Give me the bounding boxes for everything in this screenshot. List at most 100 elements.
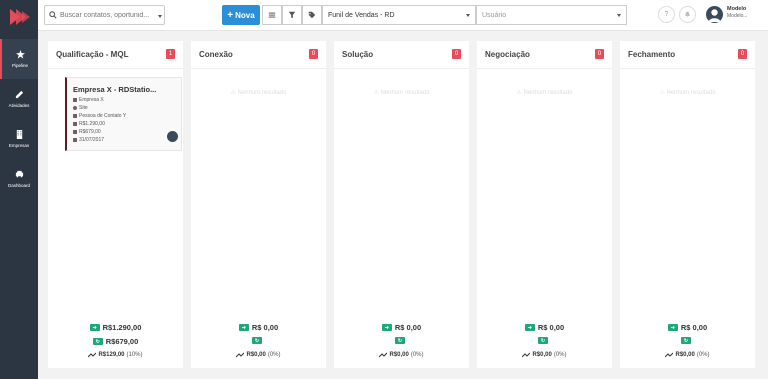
empty-state-text: Nenhum resultado — [523, 90, 573, 96]
deal-value-one-time: R$1.290,00 — [73, 121, 105, 127]
arrow-right-icon: ➜ — [381, 324, 392, 331]
total-one-time-value: R$ 0,00 — [251, 323, 279, 332]
deal-date: 31/07/2017 — [73, 137, 104, 143]
funnel-select-value: Funil de Vendas - RD — [328, 11, 395, 19]
total-one-time: ➜ R$ 0,00 — [191, 323, 326, 332]
sidebar-item-dashboard[interactable]: Dashboard — [0, 159, 38, 199]
forecast-value: R$0,00 — [246, 352, 266, 358]
list-icon — [268, 12, 276, 18]
user-name[interactable]: Modelo — [727, 6, 746, 12]
chart-line-icon — [379, 352, 388, 358]
forecast: R$129,00 (10%) — [48, 352, 183, 358]
deal-contact-text: Pessoa de Contato Y — [79, 113, 127, 119]
total-one-time-value: R$ 0,00 — [394, 323, 422, 332]
building-icon — [16, 130, 22, 139]
tag-icon — [308, 11, 316, 19]
person-icon — [73, 114, 77, 118]
total-one-time: ➜ R$ 0,00 — [477, 323, 612, 332]
total-one-time: ➜ R$ 0,00 — [334, 323, 469, 332]
user-select-placeholder: Usuário — [482, 11, 507, 19]
deal-company-text: Empresa X — [79, 97, 104, 103]
help-button[interactable]: ? — [658, 6, 675, 23]
sidebar-item-pipeline[interactable]: Pipeline — [0, 39, 38, 79]
divider — [191, 68, 326, 69]
list-view-button[interactable] — [262, 5, 282, 25]
sidebar-item-empresas[interactable]: Empresas — [0, 119, 38, 159]
column-count-badge: 0 — [309, 49, 318, 59]
star-icon — [15, 50, 25, 59]
notifications-button[interactable] — [679, 6, 696, 23]
sidebar-item-label: Empresas — [8, 143, 30, 148]
user-select[interactable]: Usuário — [476, 5, 627, 25]
column-title: Solução — [342, 50, 374, 59]
total-one-time-value: R$ 0,00 — [680, 323, 708, 332]
deal-source: Site — [73, 105, 88, 111]
filter-icon — [288, 11, 296, 19]
deal-company: Empresa X — [73, 97, 104, 103]
total-recurring: ↻ R$679,00 — [48, 337, 183, 346]
empty-state: ⚠ Nenhum resultado — [373, 90, 430, 96]
app-logo[interactable] — [8, 7, 32, 27]
pencil-icon — [15, 90, 23, 99]
total-recurring: ↻ — [477, 337, 612, 344]
arrow-right-icon: ➜ — [524, 324, 535, 331]
total-one-time: ➜ R$1.290,00 — [48, 323, 183, 332]
forecast: R$0,00 (0%) — [477, 352, 612, 358]
deal-value-one-time-text: R$1.290,00 — [79, 121, 105, 127]
help-icon: ? — [664, 11, 669, 18]
search-icon — [49, 11, 57, 19]
user-subtitle[interactable]: Modelo... — [727, 13, 748, 19]
chart-line-icon — [522, 352, 531, 358]
building-icon — [73, 98, 77, 102]
chevron-down-icon — [617, 14, 621, 17]
forecast: R$0,00 (0%) — [191, 352, 326, 358]
deal-date-text: 31/07/2017 — [79, 137, 105, 143]
forecast: R$0,00 (0%) — [620, 352, 755, 358]
refresh-icon: ↻ — [92, 338, 103, 345]
pipeline-column: Fechamento 0 ⚠ Nenhum resultado ➜ R$ 0,00… — [620, 41, 755, 368]
empty-state: ⚠ Nenhum resultado — [659, 90, 716, 96]
sidebar-item-atividades[interactable]: Atividades — [0, 79, 38, 119]
forecast-value: R$0,00 — [532, 352, 552, 358]
deal-title[interactable]: Empresa X - RDStatio... — [73, 85, 156, 94]
empty-state-text: Nenhum resultado — [380, 90, 430, 96]
deal-value-recurring: R$679,00 — [73, 129, 101, 135]
search-input[interactable] — [60, 11, 152, 19]
new-button[interactable]: + Nova — [222, 5, 260, 25]
new-button-label: Nova — [235, 10, 255, 20]
column-count-badge: 0 — [452, 49, 461, 59]
sidebar: Pipeline Atividades Empresas Dashboard — [0, 0, 38, 379]
chevron-down-icon[interactable] — [158, 15, 162, 18]
arrow-right-icon: ➜ — [89, 324, 100, 331]
empty-state: ⚠ Nenhum resultado — [516, 90, 573, 96]
total-one-time: ➜ R$ 0,00 — [620, 323, 755, 332]
forecast-percent: (0%) — [696, 352, 710, 358]
column-title: Fechamento — [628, 50, 676, 59]
pipeline-column: Conexão 0 ⚠ Nenhum resultado ➜ R$ 0,00 ↻ … — [191, 41, 326, 368]
divider — [48, 68, 183, 69]
empty-state-text: Nenhum resultado — [237, 90, 287, 96]
search-box[interactable] — [44, 5, 165, 25]
deal-card[interactable]: Empresa X - RDStatio... Empresa X Site P… — [65, 77, 182, 151]
divider — [477, 68, 612, 69]
empty-state: ⚠ Nenhum resultado — [230, 90, 287, 96]
column-count-badge: 0 — [595, 49, 604, 59]
total-one-time-value: R$ 0,00 — [537, 323, 565, 332]
owner-avatar[interactable] — [167, 131, 178, 142]
pipeline-column: Negociação 0 ⚠ Nenhum resultado ➜ R$ 0,00… — [477, 41, 612, 368]
tag-button[interactable] — [302, 5, 322, 25]
forecast-percent: (0%) — [410, 352, 424, 358]
total-recurring-value: R$679,00 — [105, 337, 139, 346]
filter-button[interactable] — [282, 5, 302, 25]
avatar[interactable] — [706, 6, 723, 23]
funnel-select[interactable]: Funil de Vendas - RD — [322, 5, 476, 25]
plus-icon: + — [227, 9, 234, 21]
column-count-badge: 0 — [738, 49, 747, 59]
arrow-right-icon: ➜ — [667, 324, 678, 331]
forecast-percent: (10%) — [126, 352, 143, 358]
divider — [334, 68, 469, 69]
calendar-icon — [73, 138, 77, 142]
globe-icon — [73, 106, 77, 110]
bell-icon — [685, 11, 690, 18]
user-icon — [708, 9, 721, 22]
